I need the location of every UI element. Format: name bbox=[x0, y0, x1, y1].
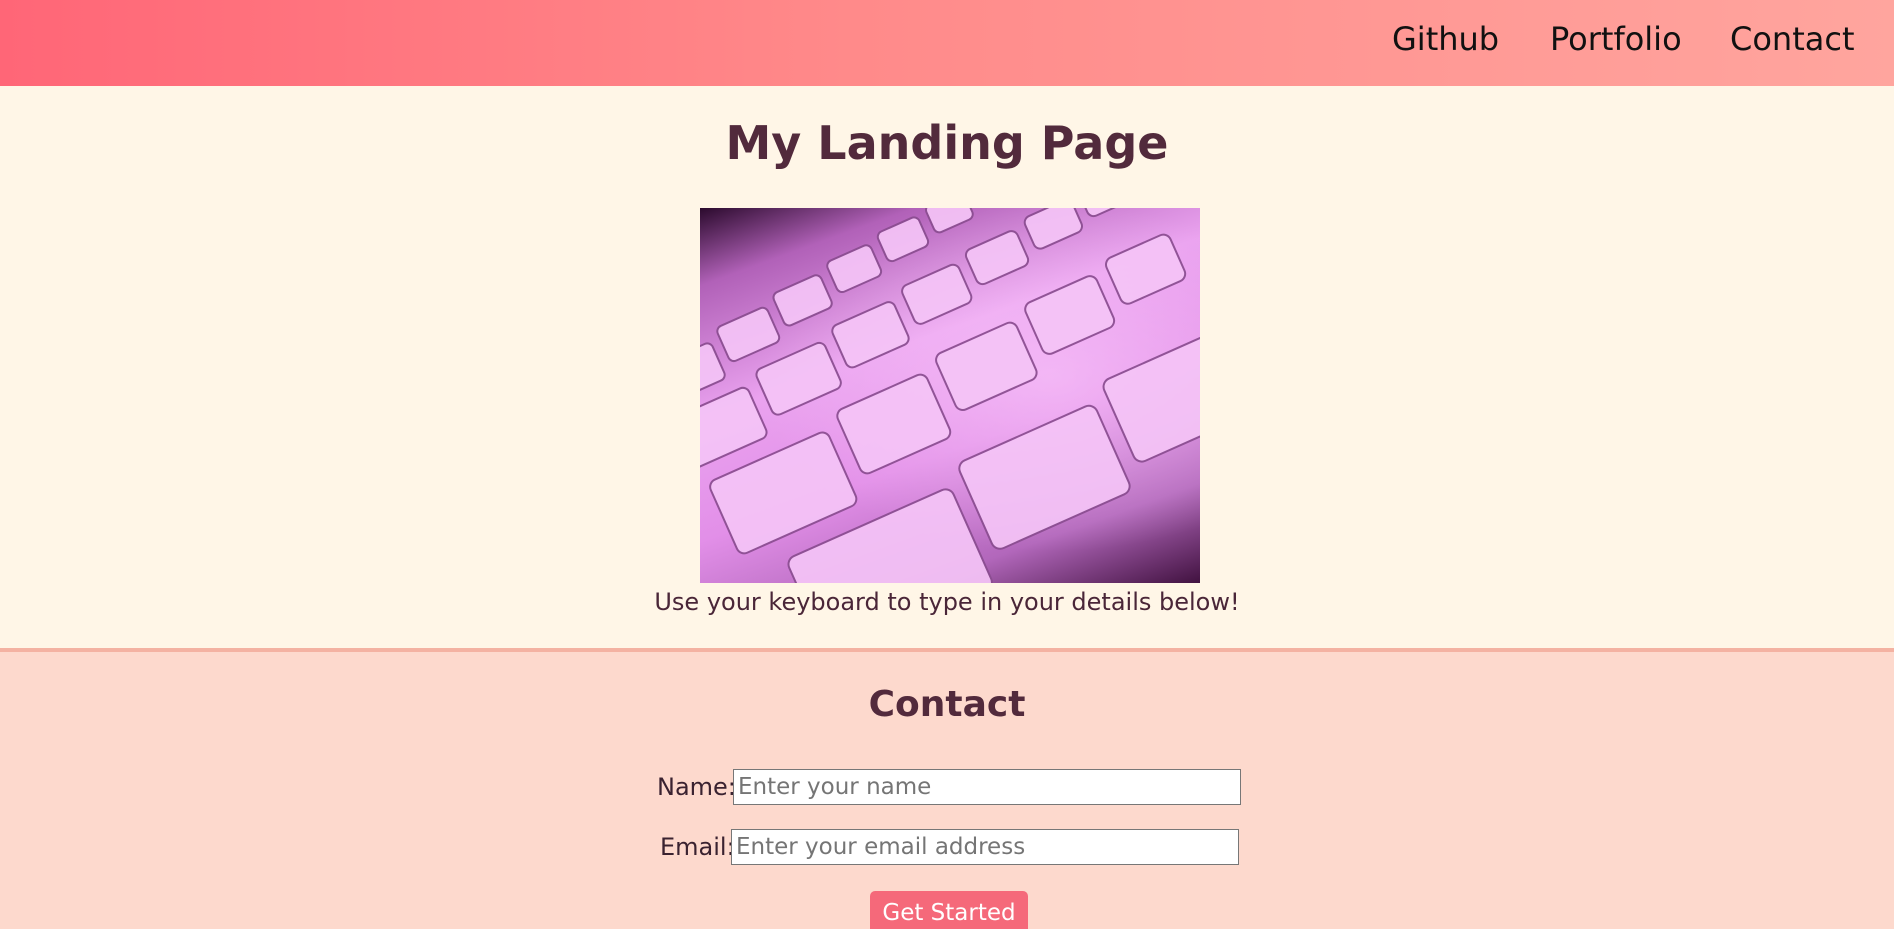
nav-link-contact[interactable]: Contact bbox=[1730, 20, 1855, 58]
email-input[interactable] bbox=[731, 829, 1239, 865]
get-started-button[interactable]: Get Started bbox=[870, 891, 1028, 929]
page-title: My Landing Page bbox=[725, 116, 1169, 170]
section-divider bbox=[0, 648, 1894, 652]
hero-caption: Use your keyboard to type in your detail… bbox=[654, 588, 1240, 616]
nav-link-github[interactable]: Github bbox=[1392, 20, 1499, 58]
keyboard-keys-illustration bbox=[700, 208, 1200, 583]
keyboard-image bbox=[700, 208, 1200, 583]
contact-title: Contact bbox=[868, 684, 1026, 725]
top-navbar: Github Portfolio Contact bbox=[0, 0, 1894, 86]
name-label: Name: bbox=[657, 773, 736, 801]
email-label: Email: bbox=[660, 833, 735, 861]
nav-link-portfolio[interactable]: Portfolio bbox=[1550, 20, 1682, 58]
name-input[interactable] bbox=[733, 769, 1241, 805]
